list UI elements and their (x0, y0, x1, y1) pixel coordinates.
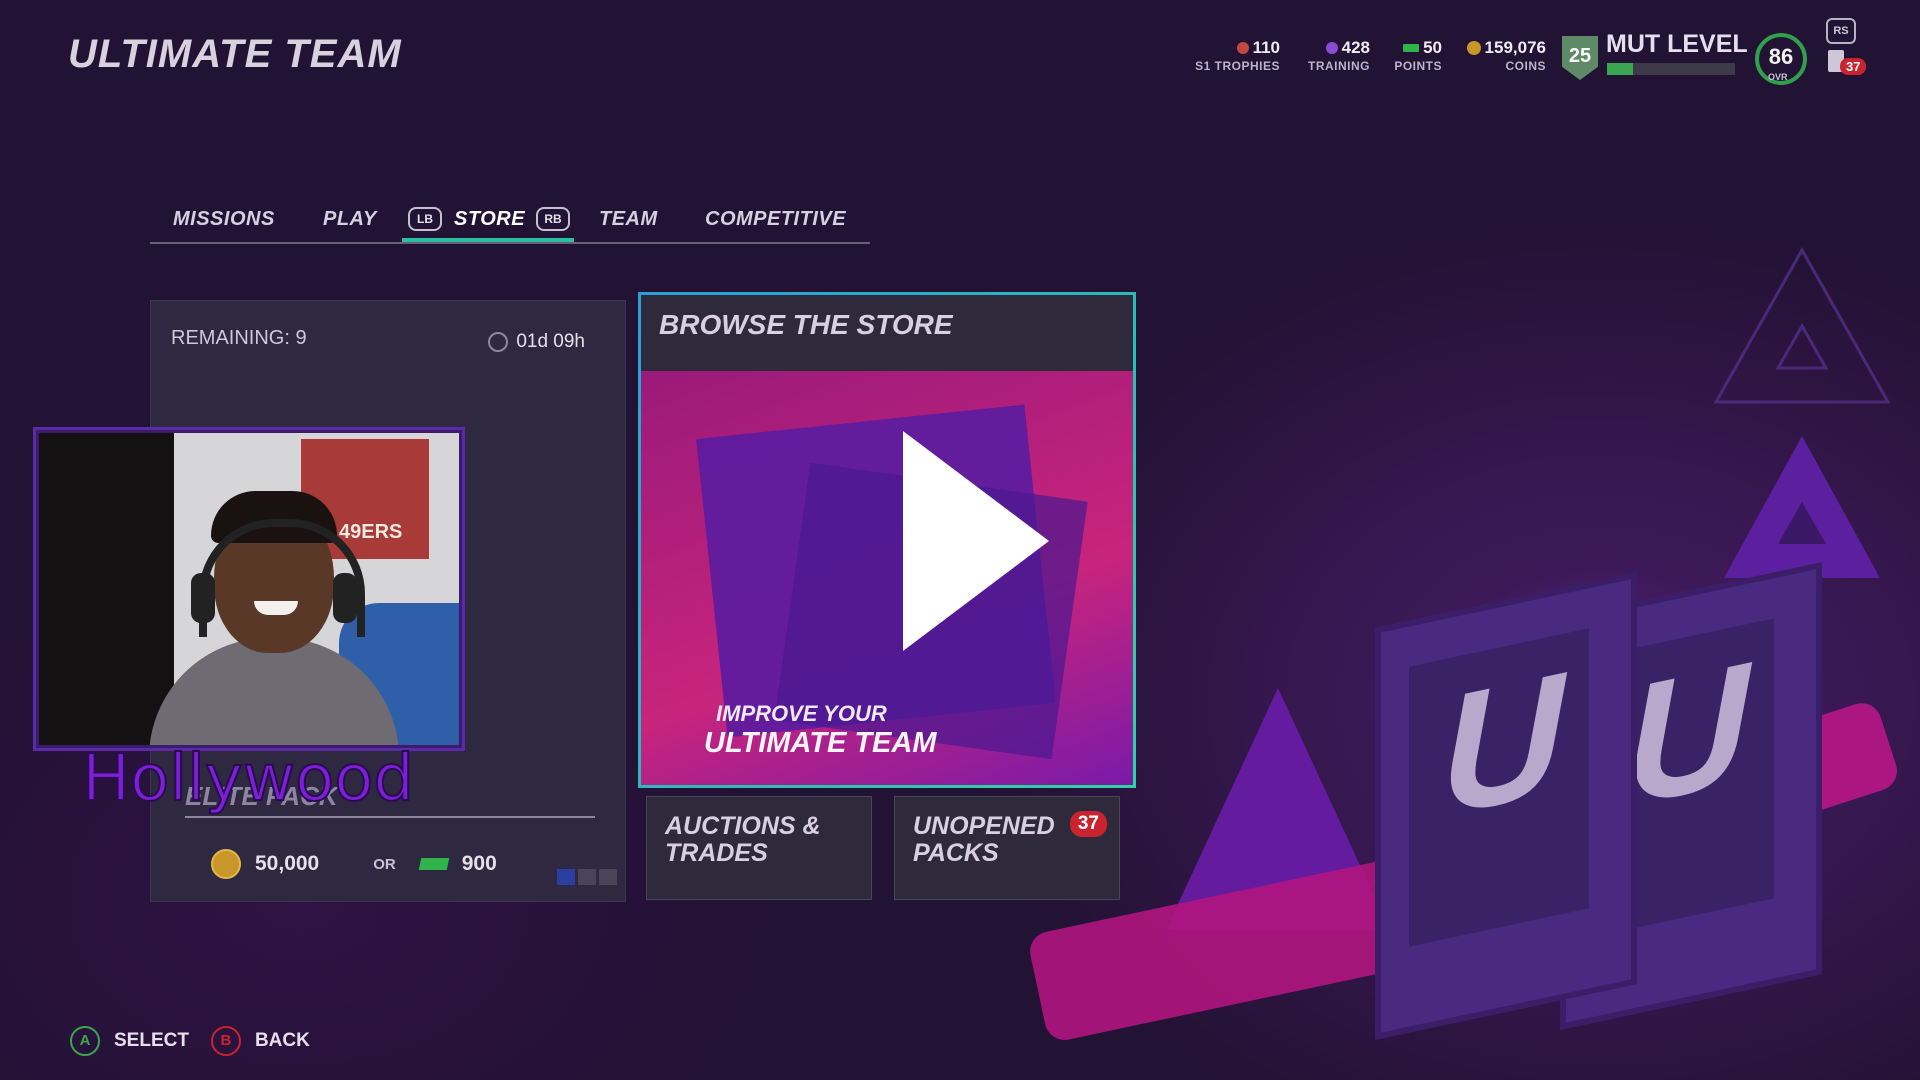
webcam-poster-text: 49ERS (339, 521, 403, 543)
coin-price: 50,000 (255, 852, 320, 875)
browse-store-card[interactable]: BROWSE THE STORE IMPROVE YOUR ULTIMATE T… (638, 292, 1136, 788)
main-tabs: MISSIONS PLAY LB STORE RB TEAM COMPETITI… (150, 198, 870, 244)
unopened-packs-tile[interactable]: UNOPENED PACKS 37 (894, 796, 1120, 900)
play-icon[interactable] (903, 431, 1049, 651)
rb-bumper-hint[interactable]: RB (536, 207, 570, 231)
pack-logo: U (1441, 636, 1564, 853)
tab-team[interactable]: TEAM (599, 208, 658, 231)
coin-icon (1466, 41, 1481, 55)
notification-count-badge: 37 (1840, 58, 1867, 75)
pager-dot (557, 869, 575, 885)
pack-price-row: 50,000 OR 900 (211, 849, 497, 879)
webcam-curtain (39, 433, 174, 745)
tab-store[interactable]: STORE (454, 208, 525, 231)
tab-missions[interactable]: MISSIONS (173, 208, 275, 231)
pager-dot (578, 869, 596, 885)
mut-level-label: MUT LEVEL (1606, 30, 1748, 58)
pack-pager (557, 869, 617, 885)
b-button-icon[interactable]: B (210, 1026, 241, 1056)
training-icon (1325, 42, 1338, 54)
stat-points: 50 POINTS (1394, 38, 1442, 73)
points-icon (418, 858, 450, 870)
points-price: 900 (461, 852, 497, 875)
stat-trophies: 110 S1 TROPHIES (1195, 38, 1280, 73)
coin-icon (211, 849, 241, 879)
promo-line-1: IMPROVE YOUR (716, 701, 887, 726)
streamer-name: Hollywood (81, 741, 415, 817)
remaining-count: REMAINING: 9 (171, 327, 307, 349)
browse-store-video[interactable]: IMPROVE YOUR ULTIMATE TEAM (641, 371, 1133, 785)
trophy-icon (1236, 42, 1249, 54)
clock-icon (488, 332, 509, 352)
pager-dot (599, 869, 617, 885)
triangle-outline-small (1775, 322, 1829, 370)
ovr-label: OVR (1768, 72, 1788, 82)
browse-store-title: BROWSE THE STORE (659, 309, 953, 340)
page-title: ULTIMATE TEAM (68, 32, 402, 76)
headset-earcup-right (333, 573, 357, 623)
lb-bumper-hint[interactable]: LB (408, 207, 442, 231)
unopened-packs-label: UNOPENED PACKS (913, 812, 1055, 867)
mut-level-progress-bar (1607, 63, 1735, 75)
pack-graphic-front: U (1375, 572, 1637, 1040)
promo-line-2: ULTIMATE TEAM (704, 727, 937, 759)
unopened-packs-count-badge: 37 (1069, 811, 1107, 837)
points-icon (1403, 44, 1420, 52)
stat-training: 428 TRAINING (1308, 38, 1370, 73)
a-button-icon[interactable]: A (70, 1026, 100, 1056)
active-tab-indicator (402, 238, 574, 242)
auctions-trades-label: AUCTIONS & TRADES (665, 812, 821, 867)
select-label: SELECT (114, 1030, 189, 1051)
tab-play[interactable]: PLAY (323, 208, 377, 231)
or-label: OR (373, 855, 396, 873)
auctions-trades-tile[interactable]: AUCTIONS & TRADES (646, 796, 872, 900)
stat-coins: 159,076 COINS (1450, 38, 1546, 73)
pack-logo: U (1626, 626, 1749, 843)
rs-button-hint: RS (1826, 18, 1856, 44)
mut-level-progress-fill (1607, 63, 1633, 75)
footer-controls: A SELECT B BACK (70, 1026, 310, 1056)
back-label: BACK (254, 1030, 310, 1051)
streamer-webcam: 49ERS (36, 430, 462, 748)
tab-competitive[interactable]: COMPETITIVE (705, 208, 846, 231)
pack-timer: 01d 09h (488, 331, 585, 353)
headset-earcup-left (191, 573, 215, 623)
